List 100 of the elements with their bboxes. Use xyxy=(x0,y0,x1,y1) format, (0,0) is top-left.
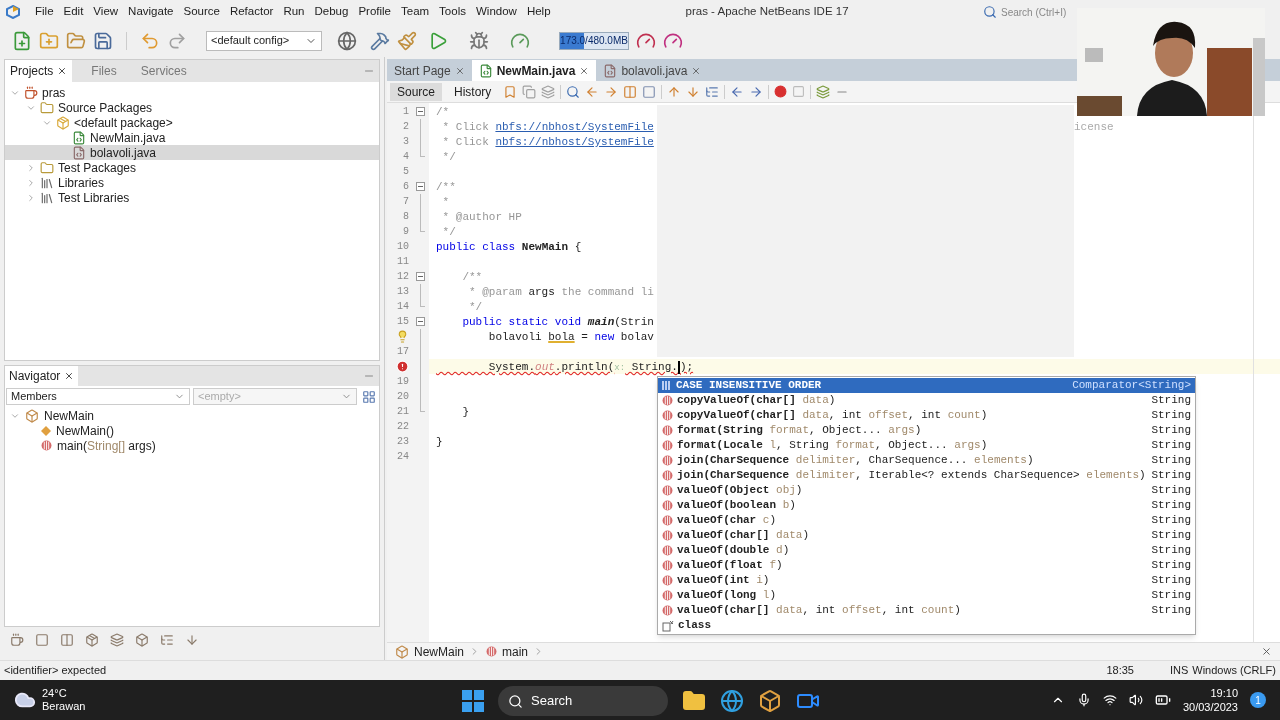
columns-icon[interactable] xyxy=(60,633,74,647)
app-icon[interactable] xyxy=(758,689,782,713)
menu-item[interactable]: Debug xyxy=(309,3,354,21)
tree-item[interactable]: Source Packages xyxy=(5,100,379,115)
tree-icon[interactable] xyxy=(160,633,174,647)
taskbar-search[interactable]: Search xyxy=(498,686,668,716)
completion-item[interactable]: valueOf(float f) String xyxy=(658,558,1195,573)
completion-item[interactable]: valueOf(boolean b) String xyxy=(658,498,1195,513)
completion-item[interactable]: valueOf(double d) String xyxy=(658,543,1195,558)
editor-tab[interactable]: NewMain.java xyxy=(471,60,597,81)
new-folder-icon[interactable] xyxy=(39,30,59,51)
completion-item[interactable]: valueOf(char[] data, int offset, int count) String xyxy=(658,603,1195,618)
record-icon[interactable] xyxy=(774,85,788,98)
completion-item[interactable]: valueOf(int i) String xyxy=(658,573,1195,588)
completion-item[interactable]: join(CharSequence delimiter, CharSequence... elements) String xyxy=(658,453,1195,468)
lightbulb-icon[interactable] xyxy=(396,330,409,343)
completion-item[interactable]: class xyxy=(658,618,1195,633)
tree-item[interactable]: main(String[] args) xyxy=(5,438,379,453)
wifi-icon[interactable] xyxy=(1102,693,1117,707)
search-field[interactable]: Search (Ctrl+I) xyxy=(1001,4,1075,20)
menu-item[interactable]: Run xyxy=(278,3,310,21)
globe-icon[interactable] xyxy=(337,30,357,51)
new-file-icon[interactable] xyxy=(12,30,32,51)
panel-tab[interactable]: Navigator xyxy=(5,366,79,386)
tree-item[interactable]: NewMain() xyxy=(5,423,379,438)
undo-icon[interactable] xyxy=(140,30,160,51)
arrow-down-icon[interactable] xyxy=(185,633,199,647)
arrow-right-icon[interactable] xyxy=(604,84,619,99)
close-icon[interactable] xyxy=(64,371,75,381)
volume-icon[interactable] xyxy=(1128,693,1143,707)
completion-item[interactable]: valueOf(char c) String xyxy=(658,513,1195,528)
square-icon[interactable] xyxy=(35,633,49,647)
square-icon[interactable] xyxy=(642,84,657,99)
breadcrumb-item[interactable]: NewMain xyxy=(395,642,480,661)
close-icon[interactable] xyxy=(57,66,68,76)
battery-icon[interactable] xyxy=(1154,692,1171,708)
tree-item[interactable]: NewMain.java xyxy=(5,130,379,145)
completion-item[interactable]: valueOf(long l) String xyxy=(658,588,1195,603)
coffee-cup-icon[interactable] xyxy=(10,633,24,647)
tree-item[interactable]: Libraries xyxy=(5,175,379,190)
completion-item[interactable]: CASE INSENSITIVE ORDER Comparator<String> xyxy=(658,378,1195,393)
editor-tab[interactable]: Start Page xyxy=(387,60,472,81)
panel-tab[interactable]: Services xyxy=(135,60,192,82)
folder-icon[interactable] xyxy=(682,689,706,713)
completion-item[interactable]: format(Locale l, String format, Object... args) String xyxy=(658,438,1195,453)
dropdown[interactable]: Members xyxy=(6,388,190,405)
editor-tab[interactable]: bolavoli.java xyxy=(596,60,709,81)
view-toggle[interactable]: Source xyxy=(390,82,443,101)
panel-tab[interactable]: Projects xyxy=(5,60,73,82)
tree-item[interactable]: NewMain xyxy=(5,408,379,423)
fold-toggle[interactable] xyxy=(415,317,425,326)
hammer-icon[interactable] xyxy=(370,30,390,51)
arrow-left-icon[interactable] xyxy=(585,84,600,99)
menu-item[interactable]: Profile xyxy=(353,3,396,21)
copy-icon[interactable] xyxy=(522,84,537,99)
tree-item[interactable]: bolavoli.java xyxy=(5,145,379,160)
bookmark-icon[interactable] xyxy=(503,84,518,99)
menu-item[interactable]: Window xyxy=(470,3,522,21)
menu-item[interactable]: Team xyxy=(396,3,435,21)
fold-toggle[interactable] xyxy=(415,107,425,116)
tree-item[interactable]: pras xyxy=(5,85,379,100)
menu-item[interactable]: Help xyxy=(521,3,556,21)
menu-item[interactable]: File xyxy=(30,3,59,21)
tree-item[interactable]: Test Packages xyxy=(5,160,379,175)
menu-item[interactable]: Tools xyxy=(434,3,471,21)
completion-item[interactable]: valueOf(Object obj) String xyxy=(658,483,1195,498)
start-icon[interactable] xyxy=(462,690,484,712)
columns-icon[interactable] xyxy=(623,84,638,99)
panel-tab[interactable]: Files xyxy=(86,60,122,82)
layout-icon[interactable] xyxy=(362,389,376,404)
close-icon[interactable] xyxy=(579,65,590,76)
menu-item[interactable]: Source xyxy=(178,3,225,21)
tree-icon[interactable] xyxy=(705,84,720,99)
paintbrush-icon[interactable] xyxy=(397,30,417,51)
menu-item[interactable]: Navigate xyxy=(123,3,179,21)
fold-toggle[interactable] xyxy=(415,182,425,191)
menu-item[interactable]: Refactor xyxy=(224,3,279,21)
shift-right-icon[interactable] xyxy=(749,84,764,99)
completion-item[interactable]: copyValueOf(char[] data) String xyxy=(658,393,1195,408)
layers-icon[interactable] xyxy=(816,84,831,99)
layers-icon[interactable] xyxy=(110,633,124,647)
bug-icon[interactable] xyxy=(469,30,489,51)
breadcrumb-item[interactable]: main xyxy=(486,642,545,661)
menu-item[interactable]: View xyxy=(88,3,124,21)
view-toggle[interactable]: History xyxy=(447,82,499,101)
fold-toggle[interactable] xyxy=(415,272,425,281)
error-icon[interactable] xyxy=(396,360,409,373)
mic-icon[interactable] xyxy=(1076,693,1091,707)
completion-item[interactable]: copyValueOf(char[] data, int offset, int count) String xyxy=(658,408,1195,423)
save-icon[interactable] xyxy=(93,30,113,51)
browser-icon[interactable] xyxy=(720,689,744,713)
shift-left-icon[interactable] xyxy=(730,84,745,99)
close-icon[interactable] xyxy=(1261,646,1272,657)
run-icon[interactable] xyxy=(428,30,448,51)
package-icon[interactable] xyxy=(85,633,99,647)
completion-item[interactable]: join(CharSequence delimiter, Iterable<? extends CharSequence> elements) String xyxy=(658,468,1195,483)
completion-item[interactable]: format(String format, Object... args) String xyxy=(658,423,1195,438)
tree-item[interactable]: Test Libraries xyxy=(5,190,379,205)
completion-item[interactable]: valueOf(char[] data) String xyxy=(658,528,1195,543)
class-icon[interactable] xyxy=(135,633,149,647)
